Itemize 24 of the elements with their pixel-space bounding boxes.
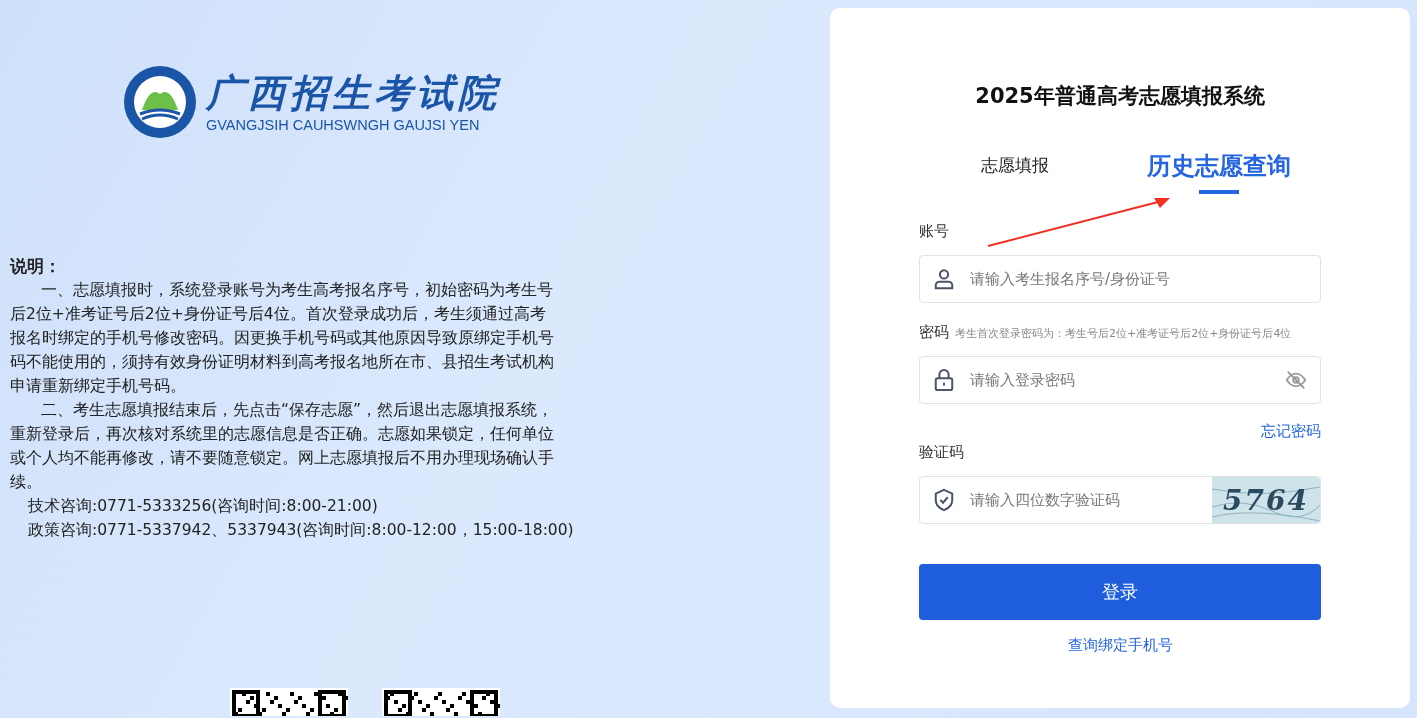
login-button[interactable]: 登录 xyxy=(919,564,1321,620)
system-title: 2025年普通高考志愿填报系统 xyxy=(974,83,1266,110)
notice-paragraph: 二、考生志愿填报结束后，先点击“保存志愿”，然后退出志愿填报系统，重新登录后，再次核对系统里的志愿信息是否正确。志愿如果锁定，任何单位或个人均不能再修改，请不要随意锁定。网上志愿填报后不用办理现场确认手续。 xyxy=(10,400,555,493)
account-input[interactable]: 请输入考生报名序号/身份证号 xyxy=(919,255,1321,303)
field-label: 密码 xyxy=(919,323,949,342)
shield-check-icon xyxy=(933,488,955,512)
forgot-password-link[interactable]: 忘记密码 xyxy=(1261,422,1321,441)
field-label: 账号 xyxy=(919,222,949,241)
lock-icon xyxy=(933,368,955,392)
logo-subtitle: GVANGJSIH CAUHSWNGH GAUJSI YEN xyxy=(206,117,481,133)
contact-line: 技术咨询:0771-5333256(咨询时间:8:00-21:00) xyxy=(28,496,378,517)
field-label: 验证码 xyxy=(919,443,964,462)
contact-line: 政策咨询:0771-5337942、5337943(咨询时间:8:00-12:00，15:00-18:00) xyxy=(28,520,574,541)
notice-paragraph: 一、志愿填报时，系统登录账号为考生高考报名序号，初始密码为考生号后2位+准考证号后2位+身份证号后4位。首次登录成功后，考生须通过高考报名时绑定的手机号修改密码。因更换手机号码或其他原因导致原绑定手机号码不能使用的，须持有效身份证明材料到高考报名地所在市、县招生考试机构申请重新绑定手机号码。 xyxy=(10,280,555,397)
password-input[interactable]: 请输入登录密码 xyxy=(919,356,1321,404)
login-tab[interactable]: 志愿填报 xyxy=(981,154,1049,189)
notice-heading: 说明： xyxy=(10,255,62,278)
captcha-image[interactable]: 5764 xyxy=(1212,477,1320,523)
phone-lookup-link[interactable]: 查询绑定手机号 xyxy=(1067,636,1173,655)
user-icon xyxy=(933,268,955,290)
hide-password-icon[interactable] xyxy=(1285,369,1307,391)
login-tab[interactable]: 历史志愿查询 xyxy=(1147,150,1291,194)
password-hint: 考生首次登录密码为：考生号后2位+准考证号后2位+身份证号后4位 xyxy=(955,326,1292,341)
logo-title: 广西招生考试院 xyxy=(206,71,500,115)
